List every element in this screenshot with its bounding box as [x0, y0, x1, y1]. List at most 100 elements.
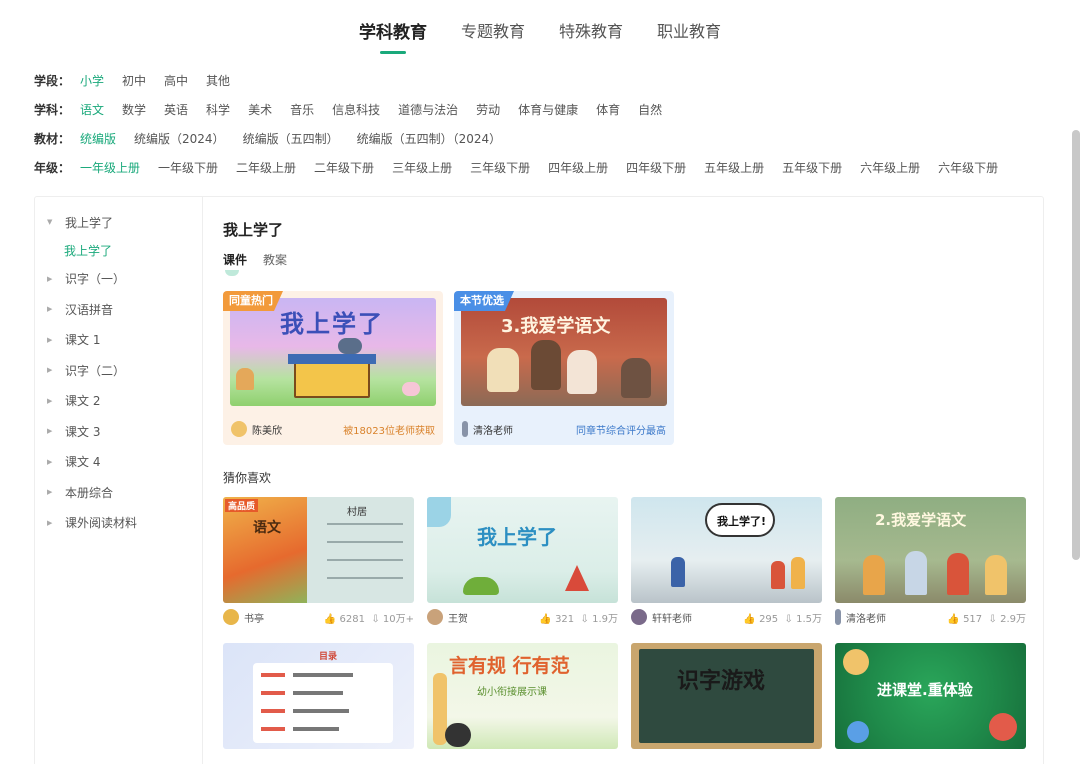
tab-subject-education[interactable]: 学科教育	[359, 18, 427, 54]
tab-vocational-education[interactable]: 职业教育	[657, 18, 721, 54]
filter-option[interactable]: 统编版（五四制）（2024）	[357, 130, 502, 147]
card-meta: 王贺 👍 321 ⇩ 1.9万	[427, 603, 618, 631]
sidebar-item-chapter[interactable]: ▶ 识字（二）	[35, 355, 202, 386]
filter-option[interactable]: 四年级下册	[626, 159, 686, 176]
filter-option[interactable]: 六年级下册	[938, 159, 998, 176]
sidebar-item-chapter[interactable]: ▶ 课外阅读材料	[35, 508, 202, 539]
download-icon: ⇩	[371, 613, 380, 625]
filter-option[interactable]: 语文	[80, 101, 104, 118]
sidebar-item-label: 本册综合	[65, 485, 114, 500]
sidebar-item-chapter[interactable]: ▶ 本册综合	[35, 477, 202, 508]
card-thumbnail: 识字游戏	[631, 643, 822, 749]
card-thumbnail: 进课堂.重体验	[835, 643, 1026, 749]
like-count: 295	[759, 613, 779, 625]
sidebar-item-chapter[interactable]: ▶ 课文 2	[35, 386, 202, 417]
resource-card[interactable]: 我上学了! 轩轩老师 👍 295 ⇩ 1.5万	[631, 497, 822, 631]
featured-footer: 清洛老师 同章节综合评分最高	[454, 413, 674, 445]
caret-right-icon: ▶	[47, 457, 53, 466]
sidebar-item-chapter[interactable]: ▼ 我上学了	[35, 207, 202, 238]
filter-option[interactable]: 统编版（五四制）	[243, 130, 339, 147]
card-stats: 👍 295 ⇩ 1.5万	[743, 610, 822, 625]
filter-row-grade: 年级： 一年级上册 一年级下册 二年级上册 二年级下册 三年级上册 三年级下册 …	[34, 153, 1044, 182]
sidebar-subitem-active[interactable]: 我上学了	[35, 238, 202, 264]
filter-option[interactable]: 音乐	[290, 101, 314, 118]
sidebar-item-label: 识字（一）	[65, 272, 126, 287]
filter-panel: 学段： 小学 初中 高中 其他 学科： 语文 数学 英语 科学 美术 音乐 信息…	[34, 66, 1044, 182]
top-tabs: 学科教育 专题教育 特殊教育 职业教育	[0, 18, 1080, 54]
sidebar-item-chapter[interactable]: ▶ 汉语拼音	[35, 294, 202, 325]
sidebar-item-label: 我上学了	[65, 215, 114, 230]
filter-option[interactable]: 信息科技	[332, 101, 380, 118]
tab-special-education[interactable]: 特殊教育	[559, 18, 623, 54]
filter-option[interactable]: 统编版	[80, 130, 116, 147]
avatar	[631, 609, 647, 625]
filter-row-stage: 学段： 小学 初中 高中 其他	[34, 66, 1044, 95]
filter-label-subject: 学科：	[34, 103, 71, 117]
thumbnail-text: 我上学了	[477, 525, 557, 549]
filter-option[interactable]: 一年级下册	[158, 159, 218, 176]
download-icon: ⇩	[580, 613, 589, 625]
caret-right-icon: ▶	[47, 488, 53, 497]
filter-option[interactable]: 科学	[206, 101, 230, 118]
filter-option[interactable]: 其他	[206, 72, 230, 89]
avatar	[427, 609, 443, 625]
tab-courseware[interactable]: 课件	[223, 251, 247, 276]
sidebar-item-chapter[interactable]: ▶ 识字（一）	[35, 264, 202, 295]
filter-option[interactable]: 初中	[122, 72, 146, 89]
resource-card[interactable]: 识字游戏	[631, 643, 822, 749]
filter-option[interactable]: 小学	[80, 72, 104, 89]
resource-card[interactable]: 我上学了 王贺 👍 321 ⇩ 1.9万	[427, 497, 618, 631]
filter-option[interactable]: 自然	[638, 101, 662, 118]
filter-option[interactable]: 六年级上册	[860, 159, 920, 176]
filter-option[interactable]: 四年级上册	[548, 159, 608, 176]
filter-option[interactable]: 数学	[122, 101, 146, 118]
sidebar-item-chapter[interactable]: ▶ 课文 3	[35, 416, 202, 447]
card-thumbnail: 我上学了!	[631, 497, 822, 603]
featured-thumbnail: 3.我爱学语文	[461, 298, 667, 406]
filter-option[interactable]: 三年级上册	[392, 159, 452, 176]
filter-option[interactable]: 体育与健康	[518, 101, 578, 118]
thumbnail-badge: 高品质	[225, 499, 259, 512]
resource-card[interactable]: 2.我爱学语文 清洛老师 👍 517 ⇩ 2.9万	[835, 497, 1026, 631]
resource-card[interactable]: 进课堂.重体验	[835, 643, 1026, 749]
filter-option[interactable]: 英语	[164, 101, 188, 118]
avatar	[462, 421, 468, 437]
filter-option[interactable]: 道德与法治	[398, 101, 458, 118]
filter-option[interactable]: 五年级下册	[782, 159, 842, 176]
resource-card[interactable]: 高品质 语文 村居 书亭 👍 6281 ⇩ 10万+	[223, 497, 414, 631]
sidebar-item-chapter[interactable]: ▶ 课文 4	[35, 447, 202, 478]
resource-card[interactable]: 言有规 行有范 幼小衔接展示课	[427, 643, 618, 749]
featured-thumbnail: 我上学了	[230, 298, 436, 406]
filter-row-textbook: 教材： 统编版 统编版（2024） 统编版（五四制） 统编版（五四制）（2024…	[34, 124, 1044, 153]
filter-option[interactable]: 五年级上册	[704, 159, 764, 176]
thumbnail-subtext: 幼小衔接展示课	[477, 687, 547, 698]
section-title: 我上学了	[223, 221, 284, 239]
author-name: 陈美欣	[252, 425, 282, 437]
filter-option[interactable]: 一年级上册	[80, 159, 140, 176]
filter-option[interactable]: 三年级下册	[470, 159, 530, 176]
download-icon: ⇩	[784, 613, 793, 625]
sidebar-item-chapter[interactable]: ▶ 课文 1	[35, 325, 202, 356]
author-name: 轩轩老师	[652, 613, 692, 625]
sidebar-item-label: 识字（二）	[65, 363, 126, 378]
filter-option[interactable]: 二年级下册	[314, 159, 374, 176]
featured-card[interactable]: 同童热门 我上学了 陈美欣 被18023位老师获取	[223, 291, 443, 445]
avatar	[835, 609, 841, 625]
filter-option[interactable]: 劳动	[476, 101, 500, 118]
filter-option[interactable]: 统编版（2024）	[134, 130, 225, 147]
filter-label-grade: 年级：	[34, 161, 71, 175]
filter-option[interactable]: 体育	[596, 101, 620, 118]
filter-option[interactable]: 二年级上册	[236, 159, 296, 176]
page-scrollbar[interactable]	[1072, 130, 1080, 560]
avatar	[223, 609, 239, 625]
download-count: 1.5万	[796, 613, 822, 625]
main-panel: ▼ 我上学了 我上学了 ▶ 识字（一） ▶ 汉语拼音 ▶ 课文 1 ▶ 识字（二） ▶ 课文…	[34, 196, 1044, 764]
tab-lesson-plan[interactable]: 教案	[263, 251, 287, 268]
featured-note: 同章节综合评分最高	[576, 425, 666, 437]
featured-card[interactable]: 本节优选 3.我爱学语文 清洛老师 同章节综合评分最高	[454, 291, 674, 445]
sidebar-item-label: 课文 4	[65, 455, 101, 470]
resource-card[interactable]: 目录	[223, 643, 414, 749]
filter-option[interactable]: 高中	[164, 72, 188, 89]
filter-option[interactable]: 美术	[248, 101, 272, 118]
tab-topic-education[interactable]: 专题教育	[461, 18, 525, 54]
